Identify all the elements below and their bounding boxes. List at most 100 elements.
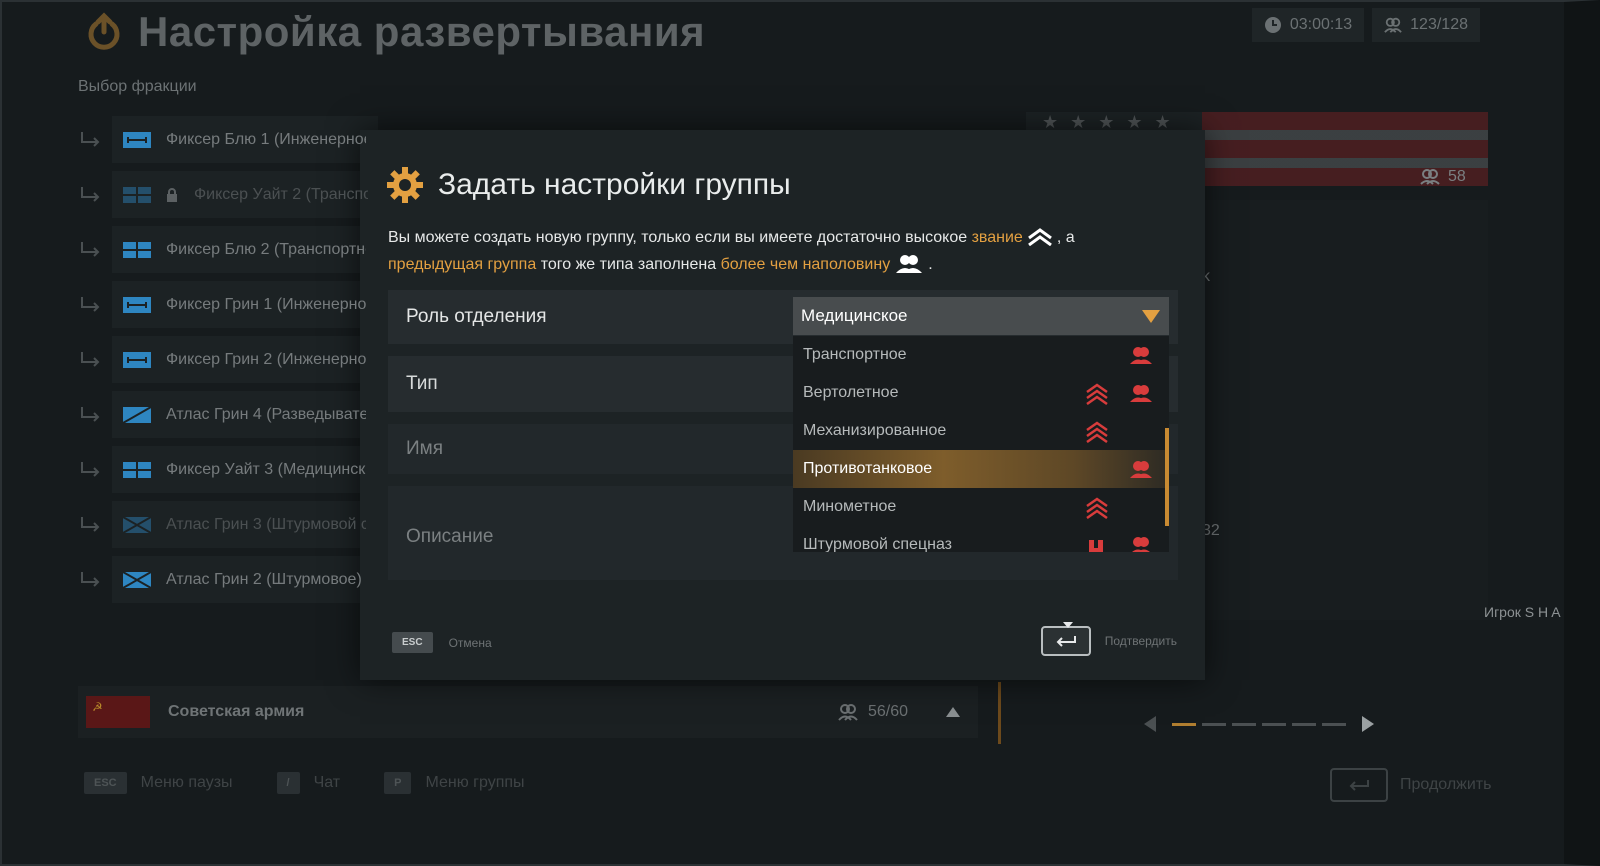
pager-dot[interactable] — [1322, 722, 1346, 726]
assault-squad-icon — [122, 515, 152, 534]
subitem-arrow-icon — [78, 515, 102, 535]
match-timer: 03:00:13 — [1251, 8, 1365, 42]
role-select-value: Медицинское — [801, 306, 908, 325]
timer-value: 03:00:13 — [1289, 16, 1353, 33]
subitem-arrow-icon — [78, 460, 102, 480]
role-option[interactable]: Противотанковое — [793, 450, 1169, 488]
transport-squad-icon — [122, 186, 152, 204]
squad-row[interactable]: Фиксер Уайт 2 (Транспортное) — [78, 167, 378, 222]
squad-row[interactable]: Фиксер Грин 1 (Инженерное) — [78, 277, 378, 332]
squad-row[interactable]: Атлас Грин 3 (Штурмовой спецназ) — [78, 497, 378, 552]
dialog-header: Задать настройки группы — [386, 166, 791, 204]
faction-count-value: 56/60 — [867, 703, 908, 720]
pause-menu-label[interactable]: Меню паузы — [141, 774, 233, 792]
faction-name: Советская армия — [168, 703, 305, 720]
squad-name: Атлас Грин 2 (Штурмовое) — [166, 570, 362, 588]
confirm-label: Подтвердить — [1104, 634, 1177, 648]
engineer-squad-icon — [122, 296, 152, 314]
rank-icon — [1027, 228, 1052, 247]
role-label: Роль отделения — [406, 306, 547, 327]
squad-row[interactable]: Атлас Грин 2 (Штурмовое) — [78, 552, 378, 607]
group-menu-key[interactable]: P — [384, 772, 412, 794]
role-option-label: Противотанковое — [803, 460, 933, 477]
role-option[interactable]: Штурмовой спецназ — [793, 526, 1169, 552]
squad-list: Фиксер Блю 1 (Инженерное) Фиксер Уайт 2 (… — [78, 112, 378, 607]
divider-accent — [998, 682, 1001, 744]
desc-text: того же типа заполнена — [540, 256, 717, 273]
players-icon — [1420, 169, 1440, 185]
members-requirement-icon — [1129, 384, 1153, 402]
page-title: Настройка развертывания — [138, 8, 706, 55]
top-stats: 03:00:13 123/128 — [1251, 8, 1480, 42]
page-subtitle: Выбор фракции — [78, 78, 197, 95]
pager-prev-icon[interactable] — [1144, 716, 1156, 732]
subitem-arrow-icon — [78, 350, 102, 370]
squad-row[interactable]: Фиксер Блю 1 (Инженерное) — [78, 112, 378, 167]
role-option-label: Транспортное — [803, 346, 907, 363]
subitem-arrow-icon — [78, 240, 102, 260]
subitem-arrow-icon — [78, 405, 102, 425]
description-field[interactable]: Описание — [406, 526, 493, 548]
role-option[interactable]: Транспортное — [793, 336, 1169, 374]
pager-dot[interactable] — [1172, 722, 1196, 726]
enter-key-icon — [1330, 768, 1388, 802]
enter-key-icon — [1040, 622, 1091, 656]
gear-icon — [387, 167, 423, 203]
continue-label: Продолжить — [1400, 776, 1492, 793]
pager-dot[interactable] — [1232, 722, 1256, 726]
team-pager — [1144, 716, 1374, 732]
squad-name: Фиксер Блю 1 (Инженерное) — [166, 130, 366, 148]
members-requirement-icon — [1129, 460, 1153, 478]
squad-members-icon — [896, 255, 923, 273]
chat-key[interactable]: / — [276, 772, 300, 794]
squad-name: Атлас Грин 3 (Штурмовой спецназ) — [166, 515, 366, 533]
squad-row[interactable]: Атлас Грин 4 (Разведывательное) — [78, 387, 378, 442]
recon-squad-icon — [122, 405, 152, 424]
role-option-label: Вертолетное — [803, 384, 899, 401]
role-option[interactable]: Вертолетное — [793, 374, 1169, 412]
clock-icon — [1264, 17, 1281, 33]
role-option[interactable]: Минометное — [793, 488, 1169, 526]
player-count-value: 123/128 — [1410, 16, 1468, 33]
pause-key[interactable]: ESC — [84, 772, 127, 794]
medic-squad-icon — [122, 461, 152, 479]
subitem-arrow-icon — [78, 185, 102, 205]
continue-button[interactable]: Продолжить — [1330, 768, 1491, 802]
soviet-flag-icon: ☭ — [86, 696, 150, 728]
squad-row[interactable]: Фиксер Грин 2 (Инженерное) — [78, 332, 378, 387]
chat-label[interactable]: Чат — [314, 774, 341, 792]
collapse-icon[interactable] — [946, 707, 960, 717]
faction-bar-soviet[interactable]: ☭ Советская армия 56/60 — [78, 686, 978, 738]
desc-rank-highlight: звание — [971, 229, 1023, 246]
players-icon — [1384, 17, 1402, 33]
faction-count: 56/60 — [838, 703, 908, 721]
squad-row[interactable]: Фиксер Уайт 3 (Медицинское) — [78, 442, 378, 497]
pager-dot[interactable] — [1202, 722, 1226, 726]
page-header: Настройка развертывания — [84, 8, 705, 56]
name-field[interactable]: Имя — [406, 438, 443, 460]
confirm-button[interactable]: Подтвердить — [1040, 622, 1177, 656]
desc-half-highlight: более чем наполовину — [720, 256, 891, 273]
lock-icon — [166, 187, 178, 202]
pager-dot[interactable] — [1292, 722, 1316, 726]
squad-row[interactable]: Фиксер Блю 2 (Транспортное) — [78, 222, 378, 277]
cancel-label: Отмена — [448, 635, 492, 650]
desc-text: . — [928, 256, 933, 273]
squad-name: Атлас Грин 4 (Разведывательное) — [166, 405, 366, 423]
chevron-down-icon — [1142, 310, 1160, 323]
pager-next-icon[interactable] — [1362, 716, 1374, 732]
desc-text: Вы можете создать новую группу, только е… — [388, 229, 968, 246]
squad-limit-icon — [1089, 538, 1103, 552]
deploy-icon — [88, 12, 120, 50]
pager-dot[interactable] — [1262, 722, 1286, 726]
rank-requirement-icon — [1085, 383, 1109, 406]
role-option[interactable]: Механизированное — [793, 412, 1169, 450]
role-select[interactable]: Медицинское — [793, 297, 1169, 335]
transport-squad-icon — [122, 241, 152, 259]
assault-squad-icon — [122, 570, 152, 589]
group-menu-label[interactable]: Меню группы — [425, 774, 524, 792]
dropdown-scrollbar[interactable] — [1165, 428, 1169, 526]
members-requirement-icon — [1129, 346, 1153, 364]
role-dropdown-list: Транспортное Вертолетное Механизированное П… — [793, 336, 1169, 552]
cancel-button[interactable]: ESC Отмена — [392, 632, 492, 653]
